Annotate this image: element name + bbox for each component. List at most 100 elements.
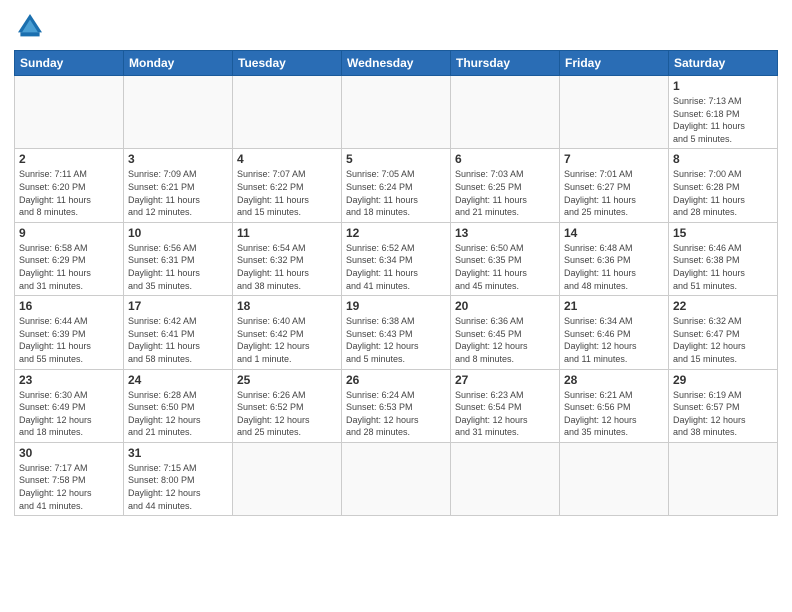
calendar-cell: 24 Sunrise: 6:28 AM Sunset: 6:50 PM Dayli… bbox=[124, 369, 233, 442]
day-info: Sunrise: 7:05 AM Sunset: 6:24 PM Dayligh… bbox=[346, 168, 446, 218]
day-number: 16 bbox=[19, 299, 119, 313]
day-info: Sunrise: 7:13 AM Sunset: 6:18 PM Dayligh… bbox=[673, 95, 773, 145]
day-number: 6 bbox=[455, 152, 555, 166]
calendar-cell: 7Sunrise: 7:01 AM Sunset: 6:27 PM Daylig… bbox=[560, 149, 669, 222]
day-number: 20 bbox=[455, 299, 555, 313]
calendar-cell bbox=[342, 76, 451, 149]
day-info: Sunrise: 6:19 AM Sunset: 6:57 PM Dayligh… bbox=[673, 389, 773, 439]
calendar-cell: 29 Sunrise: 6:19 AM Sunset: 6:57 PM Dayli… bbox=[669, 369, 778, 442]
day-number: 29 bbox=[673, 373, 773, 387]
calendar-cell: 19Sunrise: 6:38 AM Sunset: 6:43 PM Dayli… bbox=[342, 296, 451, 369]
day-info: Sunrise: 7:17 AM Sunset: 7:58 PM Dayligh… bbox=[19, 462, 119, 512]
day-info: Sunrise: 6:28 AM Sunset: 6:50 PM Dayligh… bbox=[128, 389, 228, 439]
weekday-header-tuesday: Tuesday bbox=[233, 51, 342, 76]
day-number: 7 bbox=[564, 152, 664, 166]
calendar-cell: 20 Sunrise: 6:36 AM Sunset: 6:45 PM Dayli… bbox=[451, 296, 560, 369]
day-number: 1 bbox=[673, 79, 773, 93]
calendar-cell: 6 Sunrise: 7:03 AM Sunset: 6:25 PM Daylig… bbox=[451, 149, 560, 222]
logo bbox=[14, 10, 50, 42]
day-info: Sunrise: 6:58 AM Sunset: 6:29 PM Dayligh… bbox=[19, 242, 119, 292]
day-number: 2 bbox=[19, 152, 119, 166]
calendar-cell bbox=[560, 442, 669, 515]
calendar-cell: 12Sunrise: 6:52 AM Sunset: 6:34 PM Dayli… bbox=[342, 222, 451, 295]
calendar-cell: 2 Sunrise: 7:11 AM Sunset: 6:20 PM Daylig… bbox=[15, 149, 124, 222]
calendar-cell: 15 Sunrise: 6:46 AM Sunset: 6:38 PM Dayli… bbox=[669, 222, 778, 295]
day-info: Sunrise: 6:42 AM Sunset: 6:41 PM Dayligh… bbox=[128, 315, 228, 365]
day-info: Sunrise: 6:24 AM Sunset: 6:53 PM Dayligh… bbox=[346, 389, 446, 439]
day-number: 8 bbox=[673, 152, 773, 166]
calendar-cell: 28 Sunrise: 6:21 AM Sunset: 6:56 PM Dayli… bbox=[560, 369, 669, 442]
calendar-cell: 16 Sunrise: 6:44 AM Sunset: 6:39 PM Dayli… bbox=[15, 296, 124, 369]
day-number: 27 bbox=[455, 373, 555, 387]
day-info: Sunrise: 6:36 AM Sunset: 6:45 PM Dayligh… bbox=[455, 315, 555, 365]
calendar-cell: 1 Sunrise: 7:13 AM Sunset: 6:18 PM Daylig… bbox=[669, 76, 778, 149]
calendar-cell bbox=[342, 442, 451, 515]
calendar-cell: 30Sunrise: 7:17 AM Sunset: 7:58 PM Dayli… bbox=[15, 442, 124, 515]
day-number: 28 bbox=[564, 373, 664, 387]
day-info: Sunrise: 6:40 AM Sunset: 6:42 PM Dayligh… bbox=[237, 315, 337, 365]
calendar-cell bbox=[233, 76, 342, 149]
day-info: Sunrise: 6:32 AM Sunset: 6:47 PM Dayligh… bbox=[673, 315, 773, 365]
calendar-cell: 11Sunrise: 6:54 AM Sunset: 6:32 PM Dayli… bbox=[233, 222, 342, 295]
calendar-week-row: 2 Sunrise: 7:11 AM Sunset: 6:20 PM Daylig… bbox=[15, 149, 778, 222]
day-info: Sunrise: 7:09 AM Sunset: 6:21 PM Dayligh… bbox=[128, 168, 228, 218]
day-number: 25 bbox=[237, 373, 337, 387]
weekday-header-sunday: Sunday bbox=[15, 51, 124, 76]
calendar-cell bbox=[669, 442, 778, 515]
day-info: Sunrise: 6:50 AM Sunset: 6:35 PM Dayligh… bbox=[455, 242, 555, 292]
day-info: Sunrise: 6:26 AM Sunset: 6:52 PM Dayligh… bbox=[237, 389, 337, 439]
day-info: Sunrise: 7:11 AM Sunset: 6:20 PM Dayligh… bbox=[19, 168, 119, 218]
day-number: 23 bbox=[19, 373, 119, 387]
calendar-cell: 25 Sunrise: 6:26 AM Sunset: 6:52 PM Dayli… bbox=[233, 369, 342, 442]
header bbox=[14, 10, 778, 42]
calendar-cell bbox=[560, 76, 669, 149]
calendar-cell: 4Sunrise: 7:07 AM Sunset: 6:22 PM Daylig… bbox=[233, 149, 342, 222]
day-number: 5 bbox=[346, 152, 446, 166]
page: SundayMondayTuesdayWednesdayThursdayFrid… bbox=[0, 0, 792, 612]
day-number: 11 bbox=[237, 226, 337, 240]
calendar-cell: 26Sunrise: 6:24 AM Sunset: 6:53 PM Dayli… bbox=[342, 369, 451, 442]
calendar-week-row: 9 Sunrise: 6:58 AM Sunset: 6:29 PM Daylig… bbox=[15, 222, 778, 295]
calendar-cell: 5 Sunrise: 7:05 AM Sunset: 6:24 PM Daylig… bbox=[342, 149, 451, 222]
day-number: 9 bbox=[19, 226, 119, 240]
day-info: Sunrise: 7:03 AM Sunset: 6:25 PM Dayligh… bbox=[455, 168, 555, 218]
weekday-header-row: SundayMondayTuesdayWednesdayThursdayFrid… bbox=[15, 51, 778, 76]
calendar-cell: 18Sunrise: 6:40 AM Sunset: 6:42 PM Dayli… bbox=[233, 296, 342, 369]
calendar-week-row: 23 Sunrise: 6:30 AM Sunset: 6:49 PM Dayli… bbox=[15, 369, 778, 442]
day-number: 12 bbox=[346, 226, 446, 240]
weekday-header-friday: Friday bbox=[560, 51, 669, 76]
day-number: 22 bbox=[673, 299, 773, 313]
day-number: 17 bbox=[128, 299, 228, 313]
calendar-week-row: 16 Sunrise: 6:44 AM Sunset: 6:39 PM Dayli… bbox=[15, 296, 778, 369]
day-number: 15 bbox=[673, 226, 773, 240]
calendar-cell: 13 Sunrise: 6:50 AM Sunset: 6:35 PM Dayli… bbox=[451, 222, 560, 295]
calendar-cell bbox=[451, 76, 560, 149]
day-number: 10 bbox=[128, 226, 228, 240]
weekday-header-monday: Monday bbox=[124, 51, 233, 76]
calendar-cell: 10 Sunrise: 6:56 AM Sunset: 6:31 PM Dayli… bbox=[124, 222, 233, 295]
day-info: Sunrise: 6:21 AM Sunset: 6:56 PM Dayligh… bbox=[564, 389, 664, 439]
calendar-cell bbox=[124, 76, 233, 149]
logo-icon bbox=[14, 10, 46, 42]
calendar-cell bbox=[233, 442, 342, 515]
day-number: 24 bbox=[128, 373, 228, 387]
day-info: Sunrise: 6:30 AM Sunset: 6:49 PM Dayligh… bbox=[19, 389, 119, 439]
day-info: Sunrise: 6:46 AM Sunset: 6:38 PM Dayligh… bbox=[673, 242, 773, 292]
day-info: Sunrise: 7:07 AM Sunset: 6:22 PM Dayligh… bbox=[237, 168, 337, 218]
day-info: Sunrise: 6:38 AM Sunset: 6:43 PM Dayligh… bbox=[346, 315, 446, 365]
weekday-header-thursday: Thursday bbox=[451, 51, 560, 76]
calendar-cell: 3 Sunrise: 7:09 AM Sunset: 6:21 PM Daylig… bbox=[124, 149, 233, 222]
day-info: Sunrise: 7:15 AM Sunset: 8:00 PM Dayligh… bbox=[128, 462, 228, 512]
day-info: Sunrise: 6:44 AM Sunset: 6:39 PM Dayligh… bbox=[19, 315, 119, 365]
calendar-week-row: 1 Sunrise: 7:13 AM Sunset: 6:18 PM Daylig… bbox=[15, 76, 778, 149]
day-number: 13 bbox=[455, 226, 555, 240]
calendar-week-row: 30Sunrise: 7:17 AM Sunset: 7:58 PM Dayli… bbox=[15, 442, 778, 515]
weekday-header-wednesday: Wednesday bbox=[342, 51, 451, 76]
day-info: Sunrise: 6:56 AM Sunset: 6:31 PM Dayligh… bbox=[128, 242, 228, 292]
weekday-header-saturday: Saturday bbox=[669, 51, 778, 76]
day-number: 31 bbox=[128, 446, 228, 460]
calendar-cell: 9 Sunrise: 6:58 AM Sunset: 6:29 PM Daylig… bbox=[15, 222, 124, 295]
calendar-cell: 14Sunrise: 6:48 AM Sunset: 6:36 PM Dayli… bbox=[560, 222, 669, 295]
day-number: 3 bbox=[128, 152, 228, 166]
day-info: Sunrise: 7:00 AM Sunset: 6:28 PM Dayligh… bbox=[673, 168, 773, 218]
